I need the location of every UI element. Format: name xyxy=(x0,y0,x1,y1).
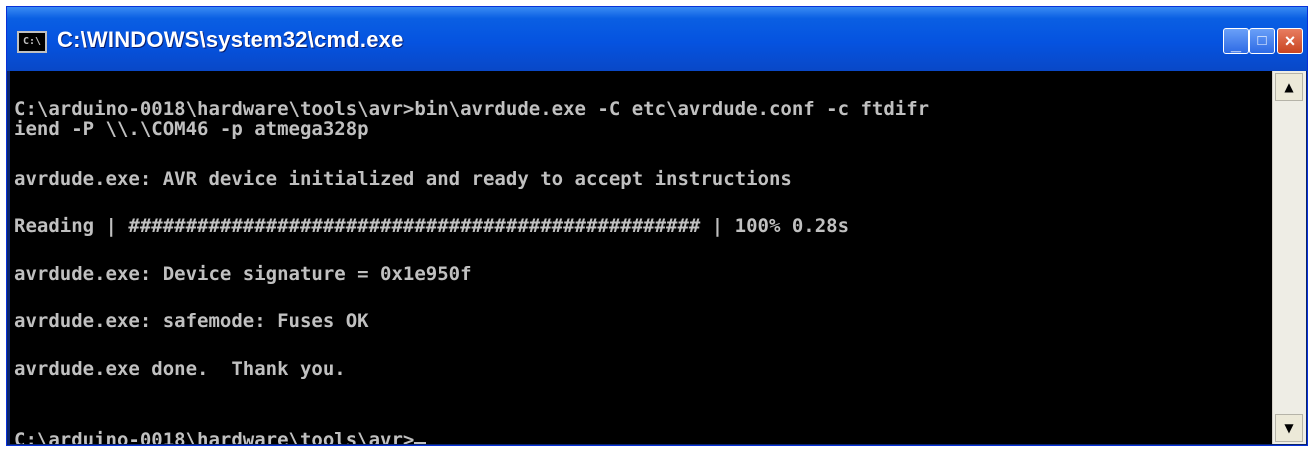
maximize-button[interactable]: □ xyxy=(1249,28,1275,54)
console-line: avrdude.exe done. Thank you. xyxy=(14,358,346,380)
scroll-up-arrow-icon[interactable]: ▲ xyxy=(1275,73,1303,101)
console-output[interactable]: C:\arduino-0018\hardware\tools\avr>bin\a… xyxy=(10,71,1272,444)
console-line: avrdude.exe: safemode: Fuses OK xyxy=(14,310,369,332)
cmd-icon[interactable]: C:\ xyxy=(17,31,47,53)
console-line: avrdude.exe: Device signature = 0x1e950f xyxy=(14,263,472,285)
console-line: avrdude.exe: AVR device initialized and … xyxy=(14,168,792,190)
console-line: Reading | ##############################… xyxy=(14,215,850,237)
vertical-scrollbar[interactable]: ▲ ▼ xyxy=(1272,71,1306,444)
scroll-down-arrow-icon[interactable]: ▼ xyxy=(1275,414,1303,442)
window-title: C:\WINDOWS\system32\cmd.exe xyxy=(57,27,404,52)
console-line: C:\arduino-0018\hardware\tools\avr>bin\a… xyxy=(14,98,930,120)
console-line: iend -P \\.\COM46 -p atmega328p xyxy=(14,118,369,140)
close-button[interactable]: × xyxy=(1277,28,1303,54)
cmd-window: C:\ C:\WINDOWS\system32\cmd.exe _ □ × C:… xyxy=(6,6,1308,446)
prompt-text: C:\arduino-0018\hardware\tools\avr> xyxy=(14,429,415,444)
prompt-line[interactable]: C:\arduino-0018\hardware\tools\avr> xyxy=(14,429,427,444)
minimize-button[interactable]: _ xyxy=(1223,28,1249,54)
text-cursor xyxy=(414,442,427,444)
title-bar[interactable]: C:\ C:\WINDOWS\system32\cmd.exe _ □ × xyxy=(7,7,1307,71)
